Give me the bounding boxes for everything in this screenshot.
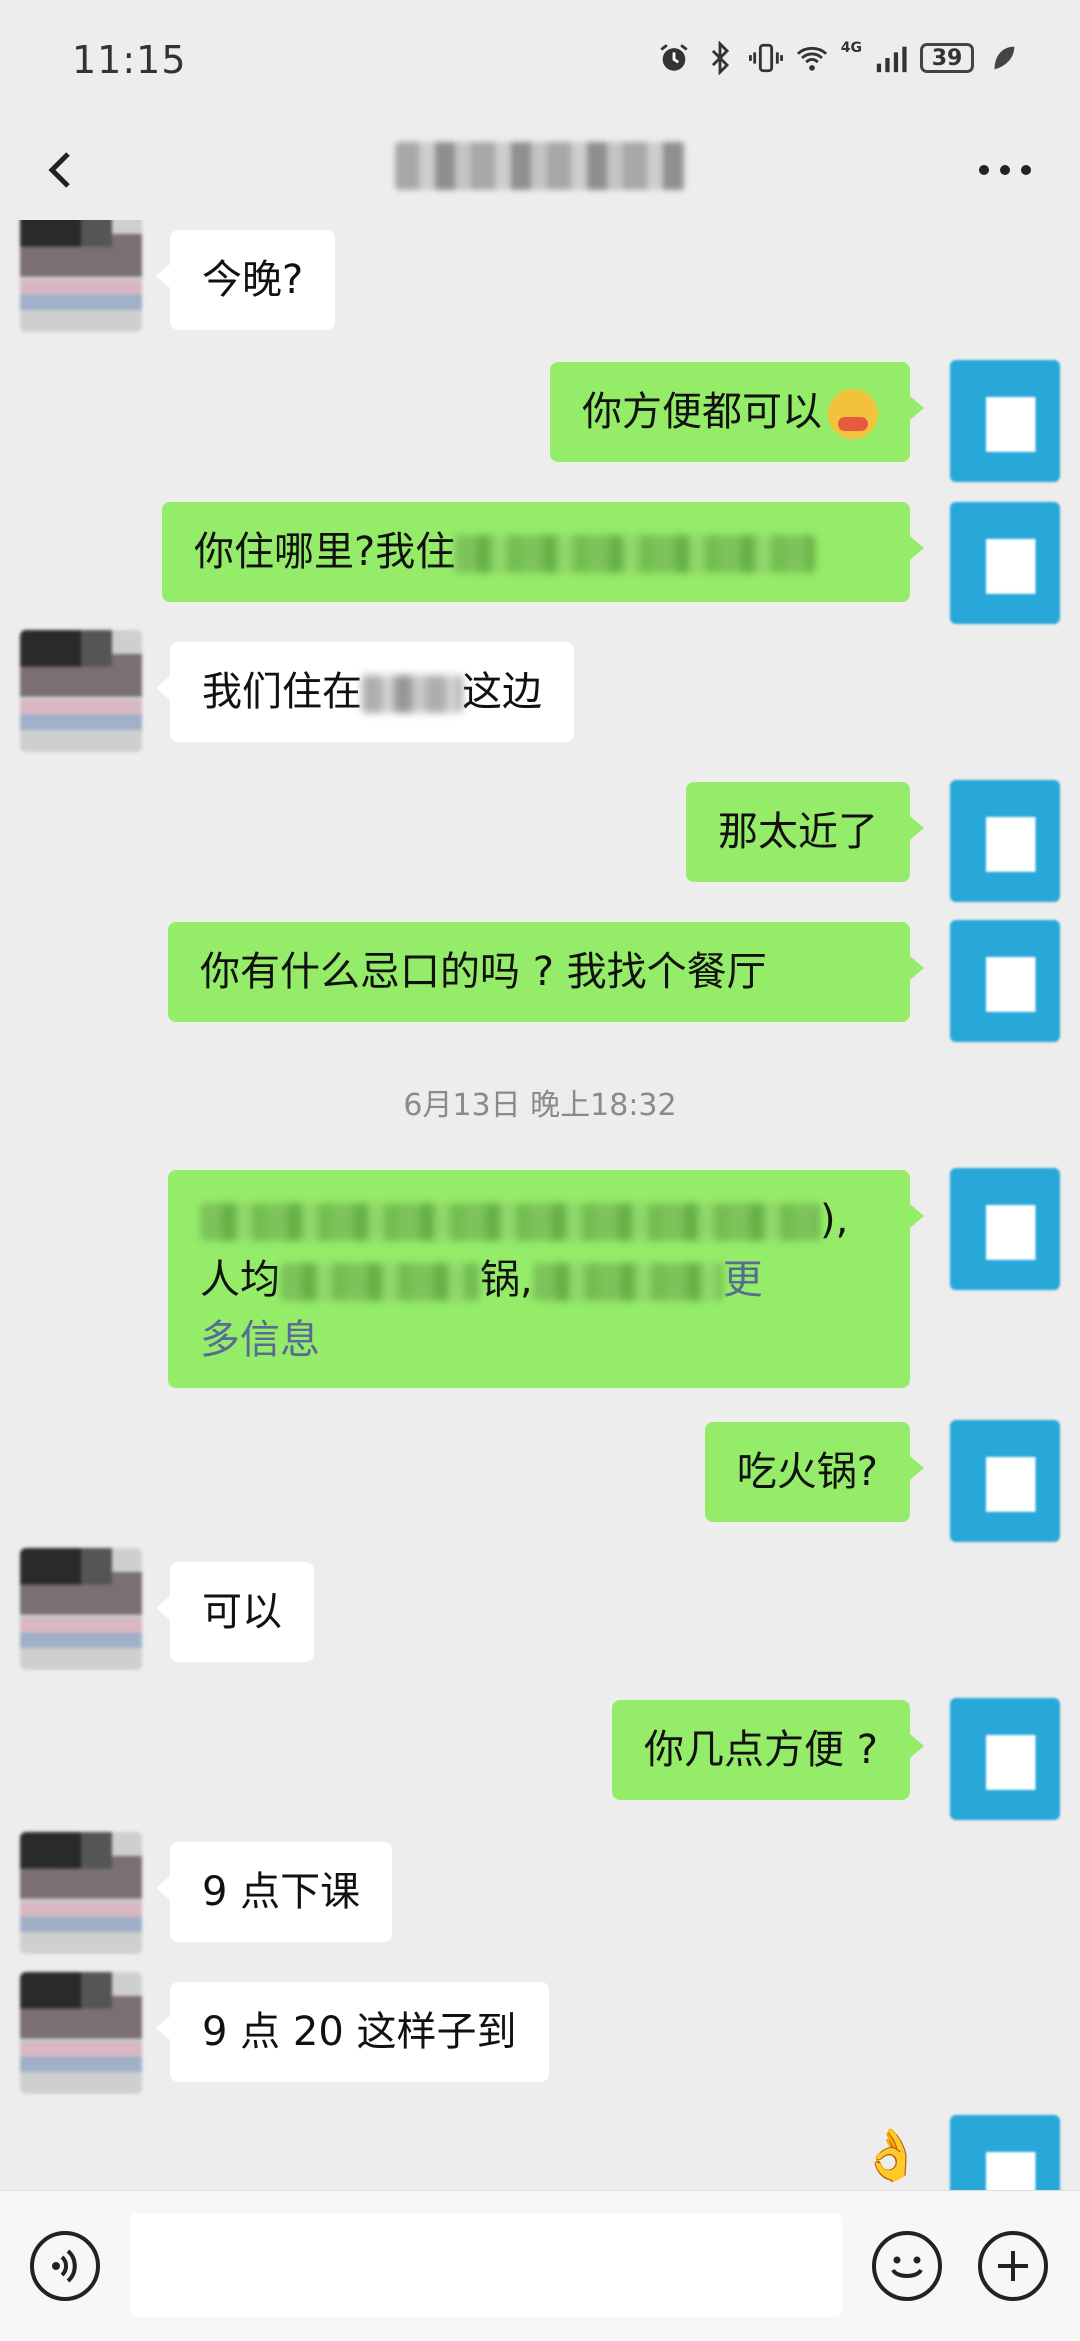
battery-icon: 39: [920, 43, 974, 73]
avatar-contact[interactable]: [20, 1832, 142, 1954]
message-in[interactable]: 可以: [156, 1562, 314, 1662]
message-text: 吃火锅?: [736, 1449, 878, 1495]
network-type: 4G: [840, 40, 862, 56]
avatar-contact[interactable]: [20, 1972, 142, 2094]
ok-hand-icon: 👌: [860, 2126, 923, 2184]
more-info-link[interactable]: 多信息: [200, 1317, 320, 1363]
message-text: 你几点方便 ?: [644, 1727, 878, 1773]
message-text: 9 点 20 这样子到: [202, 2009, 517, 2055]
signal-icon: [876, 46, 907, 73]
plus-icon[interactable]: [978, 2231, 1048, 2301]
avatar-self[interactable]: [950, 920, 1060, 1042]
avatar-self[interactable]: [950, 1168, 1060, 1290]
vibrate-icon: [748, 43, 783, 73]
chat-timestamp: 6月13日 晚上18:32: [403, 1088, 677, 1123]
status-icons: 4G 39: [657, 38, 1020, 78]
wifi-icon: [796, 46, 827, 71]
avatar-contact[interactable]: [20, 1548, 142, 1670]
contact-name-blurred: [395, 142, 685, 190]
status-time: 11:15: [72, 38, 187, 82]
alarm-icon: [660, 44, 688, 71]
status-bar: 11:15 4G 39: [0, 0, 1080, 120]
avatar-self[interactable]: [950, 1698, 1060, 1820]
message-text: 可以: [202, 1589, 282, 1635]
message-out-link[interactable]: ), 人均 锅, 更 多信息: [168, 1170, 924, 1388]
avatar-self[interactable]: [950, 2115, 1060, 2190]
message-text: 你方便都可以: [582, 389, 822, 435]
message-text: 我们住在: [202, 669, 362, 715]
message-text: 那太近了: [718, 809, 878, 855]
chevron-left-icon[interactable]: [30, 140, 90, 200]
message-text: 锅,: [480, 1257, 533, 1303]
avatar-contact[interactable]: [20, 630, 142, 752]
message-text: ),: [820, 1197, 849, 1243]
message-out[interactable]: 你住哪里?我住: [162, 502, 924, 602]
avatar-self[interactable]: [950, 1420, 1060, 1542]
more-info-link[interactable]: 更: [723, 1257, 763, 1303]
message-out[interactable]: 吃火锅?: [704, 1422, 925, 1522]
avatar-self[interactable]: [950, 360, 1060, 482]
message-out[interactable]: 你方便都可以: [550, 362, 924, 462]
message-text: 这边: [462, 669, 542, 715]
message-out[interactable]: 那太近了: [686, 782, 924, 882]
hug-emoji-icon: [828, 389, 878, 439]
avatar-self[interactable]: [950, 502, 1060, 624]
chat-header: [0, 120, 1080, 220]
redacted-text: [280, 1263, 480, 1301]
message-text: 9 点下课: [202, 1869, 361, 1915]
message-out[interactable]: 你几点方便 ?: [612, 1700, 924, 1800]
redacted-text: [200, 1203, 820, 1241]
message-out[interactable]: 你有什么忌口的吗 ? 我找个餐厅: [168, 922, 924, 1022]
message-line: 人均 锅, 更: [200, 1250, 878, 1310]
more-dots-icon[interactable]: [970, 142, 1040, 198]
leaf-icon: [994, 46, 1015, 70]
bluetooth-icon: [711, 41, 729, 75]
message-text: 人均: [200, 1257, 280, 1303]
emoji-icon[interactable]: [872, 2231, 942, 2301]
avatar-self[interactable]: [950, 780, 1060, 902]
input-bar: [0, 2190, 1080, 2341]
chat-area[interactable]: 今晚? 你方便都可以 你住哪里?我住 我们住在 这边 那太近了 你有什么忌口的吗 …: [0, 220, 1080, 2190]
redacted-text: [455, 535, 816, 573]
message-text: 今晚?: [202, 257, 304, 303]
message-text: 你住哪里?我住: [194, 529, 456, 575]
message-in[interactable]: 我们住在 这边: [156, 642, 574, 742]
voice-icon[interactable]: [30, 2231, 100, 2301]
message-line: 多信息: [200, 1310, 878, 1370]
message-in[interactable]: 今晚?: [155, 230, 336, 330]
avatar-contact[interactable]: [20, 220, 142, 332]
message-text: 你有什么忌口的吗 ? 我找个餐厅: [200, 949, 767, 995]
message-in[interactable]: 9 点下课: [155, 1842, 393, 1942]
message-line: ),: [200, 1190, 878, 1250]
redacted-text: [532, 1263, 723, 1301]
redacted-text: [362, 675, 462, 713]
message-in[interactable]: 9 点 20 这样子到: [156, 1982, 549, 2082]
message-input[interactable]: [130, 2213, 842, 2317]
